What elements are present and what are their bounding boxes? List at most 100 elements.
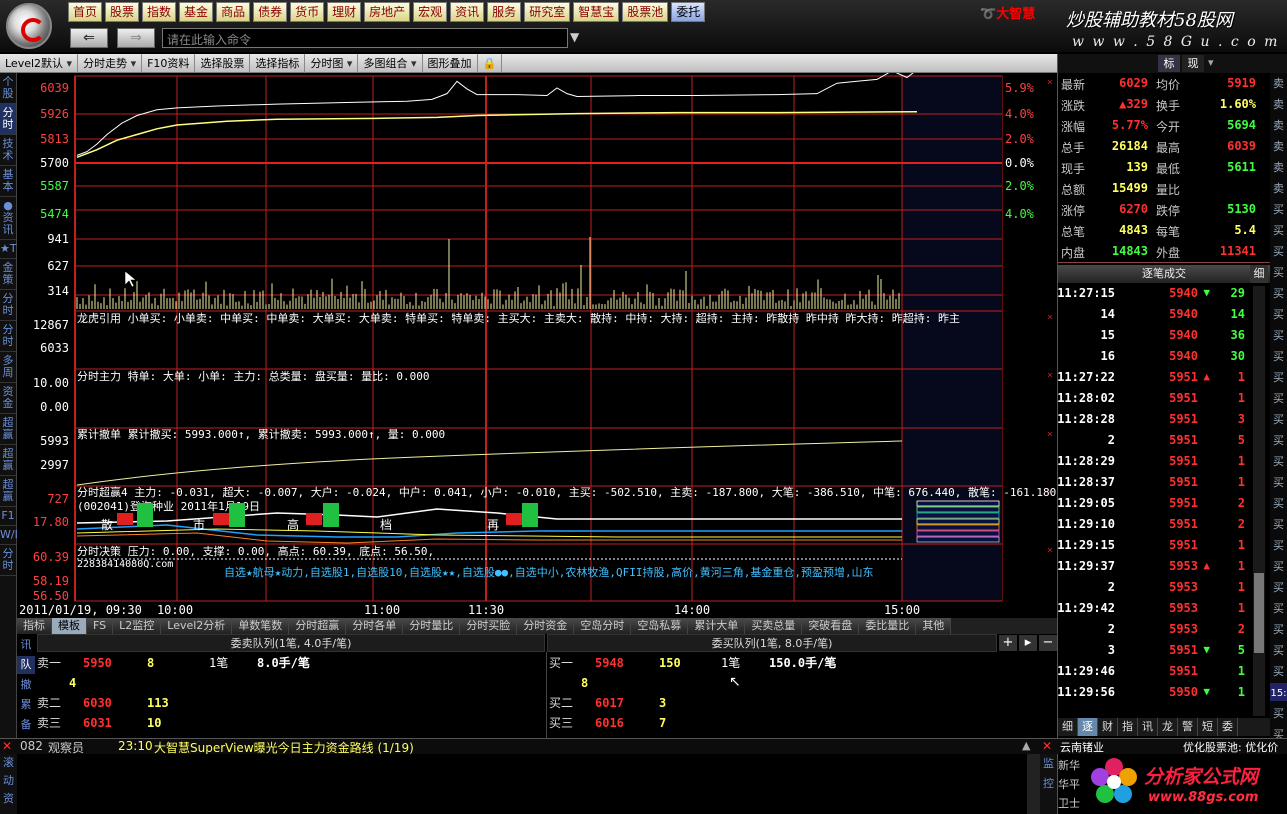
toolbar-item-3[interactable]: 选择股票 — [195, 53, 251, 73]
right-col-tab[interactable]: 买 — [1270, 556, 1287, 577]
buy_rows-row[interactable]: 买二 6017 3 — [549, 694, 1049, 712]
right-col-tab[interactable]: 买 — [1270, 220, 1287, 241]
left-tab-9[interactable]: 多周 — [0, 352, 16, 383]
bottom-tab-8[interactable]: 分时量比 — [403, 618, 461, 634]
right-col-tab[interactable]: 买 — [1270, 325, 1287, 346]
bottom-tab-12[interactable]: 空岛私募 — [631, 618, 689, 634]
zoom-out-icon[interactable]: − — [1039, 635, 1057, 651]
menu-item-6[interactable]: 货币 — [290, 2, 325, 22]
bottom-tab-5[interactable]: 单数笔数 — [232, 618, 290, 634]
right-bottom-tab-4[interactable]: 讯 — [1138, 718, 1158, 736]
bottom-tab-6[interactable]: 分时超赢 — [289, 618, 347, 634]
toolbar-item-2[interactable]: F10资料 — [142, 53, 196, 73]
right-bottom-tab-3[interactable]: 指 — [1118, 718, 1138, 736]
lock-icon[interactable]: 🔒 — [478, 53, 503, 73]
right-col-tab[interactable]: 买 — [1270, 409, 1287, 430]
right-bottom-tab-5[interactable]: 龙 — [1158, 718, 1178, 736]
left-tab-0[interactable]: 个股 — [0, 73, 16, 104]
play-icon[interactable]: ▸ — [1019, 635, 1037, 651]
bottom-tab-10[interactable]: 分时资金 — [517, 618, 575, 634]
right-col-tab[interactable]: 卖 — [1270, 178, 1287, 199]
left-tab-7[interactable]: 分时 — [0, 290, 16, 321]
command-input[interactable]: 请在此输入命令 — [162, 28, 568, 48]
bottom-tab-16[interactable]: 委比量比 — [859, 618, 917, 634]
news-side-tab-0[interactable]: 滚 — [0, 754, 17, 772]
left-tab-4[interactable]: ●资讯 — [0, 197, 16, 240]
chevron-down-icon[interactable]: ▼ — [570, 30, 579, 44]
menu-item-8[interactable]: 房地产 — [364, 2, 411, 22]
news-side-tab-2[interactable]: 资 — [0, 790, 17, 808]
sell_rows-row[interactable]: 卖三 6031 10 — [37, 714, 537, 732]
menu-item-15[interactable]: 委托 — [671, 2, 706, 22]
panel-close-icon[interactable]: × — [1047, 312, 1053, 323]
news-scrollbar[interactable] — [1027, 754, 1040, 814]
toolbar-item-6[interactable]: 多图组合 — [358, 53, 423, 73]
bottom-tab-11[interactable]: 空岛分时 — [574, 618, 632, 634]
close-icon[interactable]: ✕ — [2, 739, 12, 753]
right-news-side-tab-1[interactable]: 控 — [1040, 774, 1057, 794]
right-col-tab[interactable]: 买 — [1270, 535, 1287, 556]
queue-side-tab-4[interactable]: 备 — [17, 716, 35, 734]
buy_rows-row[interactable]: 买一 5948 150 1笔 150.0手/笔 — [549, 654, 1049, 672]
menu-item-12[interactable]: 研究室 — [524, 2, 571, 22]
toolbar-item-7[interactable]: 图形叠加 — [423, 53, 478, 73]
menu-item-2[interactable]: 指数 — [142, 2, 177, 22]
bottom-tab-2[interactable]: FS — [87, 618, 114, 634]
left-tab-1[interactable]: 分时 — [0, 104, 16, 135]
sell_rows-row[interactable]: 卖二 6030 113 — [37, 694, 537, 712]
panel-close-icon[interactable]: × — [1047, 370, 1053, 381]
left-tab-14[interactable]: F1 — [0, 507, 16, 526]
right-col-tab[interactable]: 买 — [1270, 661, 1287, 682]
left-tab-16[interactable]: 分时 — [0, 545, 16, 576]
toolbar-item-0[interactable]: Level2默认 — [0, 53, 79, 73]
right-col-tab[interactable]: 卖 — [1270, 136, 1287, 157]
bottom-tab-7[interactable]: 分时各单 — [346, 618, 404, 634]
left-tab-3[interactable]: 基本 — [0, 166, 16, 197]
right-col-tab[interactable]: 买 — [1270, 451, 1287, 472]
bottom-tab-0[interactable]: 指标 — [17, 618, 52, 634]
tick-detail-tab[interactable]: 细 — [1250, 265, 1268, 283]
right-col-tab[interactable]: 卖 — [1270, 115, 1287, 136]
right-bottom-tab-7[interactable]: 短 — [1198, 718, 1218, 736]
stock-group-ticker[interactable]: 自选★航母★动力,自选股1,自选股10,自选股★★,自选股●●,自选中小,农林牧… — [224, 565, 874, 579]
right-col-tab[interactable]: 买 — [1270, 241, 1287, 262]
buy_rows-row[interactable]: 8 — [549, 674, 1049, 692]
bottom-tab-15[interactable]: 突破看盘 — [802, 618, 860, 634]
menu-item-13[interactable]: 智慧宝 — [573, 2, 620, 22]
toolbar-item-5[interactable]: 分时图 — [305, 53, 359, 73]
menu-item-1[interactable]: 股票 — [105, 2, 140, 22]
queue-side-tab-1[interactable]: 队 — [17, 656, 35, 674]
forward-button[interactable]: ⇒ — [117, 28, 155, 48]
tick-list-header[interactable]: 逐笔成交 细 — [1058, 265, 1270, 283]
right-col-tab[interactable]: 卖 — [1270, 157, 1287, 178]
right-news-pool[interactable]: 优化股票池: 优化价 — [1183, 739, 1278, 755]
bottom-tab-13[interactable]: 累计大单 — [688, 618, 746, 634]
right-col-tab[interactable]: 买 — [1270, 598, 1287, 619]
right-col-tab[interactable]: 买 — [1270, 283, 1287, 304]
panel-close-icon[interactable]: × — [1047, 77, 1053, 88]
left-tab-2[interactable]: 技术 — [0, 135, 16, 166]
bottom-tab-9[interactable]: 分时买脸 — [460, 618, 518, 634]
bottom-tab-1[interactable]: 模板 — [52, 618, 87, 634]
right-news-line[interactable]: 华平 — [1058, 775, 1088, 794]
queue-side-tab-0[interactable]: 讯 — [17, 636, 35, 654]
right-news-line[interactable]: 新华 — [1058, 756, 1088, 775]
menu-item-4[interactable]: 商品 — [216, 2, 251, 22]
menu-item-5[interactable]: 债券 — [253, 2, 288, 22]
menu-item-14[interactable]: 股票池 — [622, 2, 669, 22]
panel-close-icon[interactable]: × — [1047, 545, 1053, 556]
zoom-in-icon[interactable]: + — [999, 635, 1017, 651]
right-bottom-tab-0[interactable]: 细 — [1058, 718, 1078, 736]
left-tab-10[interactable]: 资金 — [0, 383, 16, 414]
panel-close-icon[interactable]: × — [1047, 429, 1053, 440]
bottom-tab-4[interactable]: Level2分析 — [161, 618, 233, 634]
right-bottom-tab-2[interactable]: 财 — [1098, 718, 1118, 736]
right-col-tab[interactable]: 卖 — [1270, 94, 1287, 115]
scroll-up-icon[interactable]: ▲ — [1022, 739, 1030, 752]
right-bottom-tab-1[interactable]: 逐 — [1078, 718, 1098, 736]
queue-side-tab-2[interactable]: 撤 — [17, 676, 35, 694]
right-news-side-tab-0[interactable]: 监 — [1040, 754, 1057, 774]
menu-item-7[interactable]: 理财 — [327, 2, 362, 22]
left-tab-13[interactable]: 超赢 — [0, 476, 16, 507]
right-news-stock[interactable]: 云南锗业 — [1060, 739, 1104, 755]
